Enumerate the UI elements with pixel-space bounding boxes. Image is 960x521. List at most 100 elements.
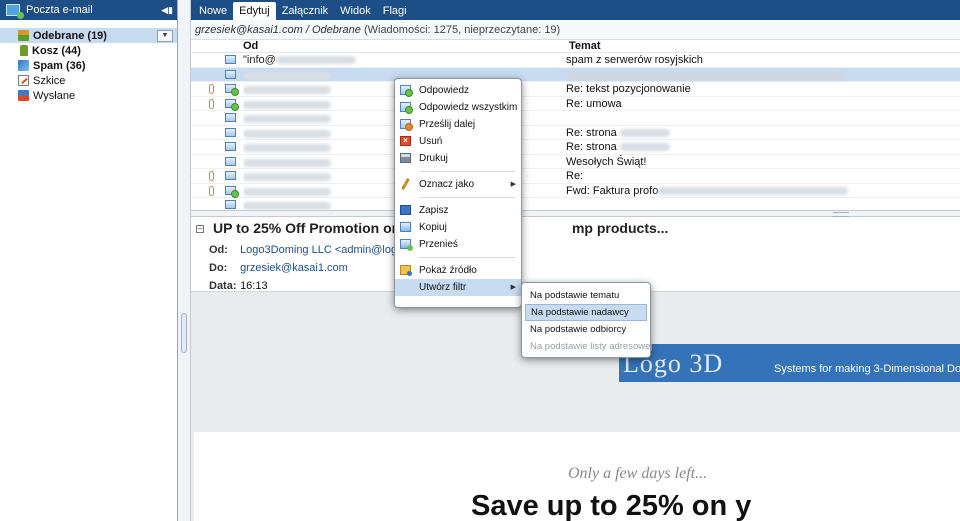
logo-banner: Logo 3D Systems for making 3-Dimensional… xyxy=(619,344,960,382)
folder-sidebar: Poczta e-mail ◀▮ Odebrane (19) ▼ Kosz (4… xyxy=(0,0,178,521)
filter-submenu: Na podstawie tematu Na podstawie nadawcy… xyxy=(521,282,653,358)
message-row[interactable]: Re: xyxy=(191,169,960,184)
reply-all-icon xyxy=(400,102,413,114)
ctx-label: Odpowiedz wszystkim xyxy=(419,102,518,113)
sidebar-title: Poczta e-mail xyxy=(26,4,93,16)
message-row[interactable]: Fwd: Faktura profo xyxy=(191,184,960,198)
ctx-move[interactable]: Przenieś xyxy=(395,236,521,253)
message-from: "info@ xyxy=(243,54,563,66)
message-row[interactable]: Wesołych Świąt! xyxy=(191,155,960,169)
header-from-row: Od: Logo3Doming LLC <admin@logo3d xyxy=(209,244,415,256)
reply-icon xyxy=(400,85,413,97)
ctx-reply-all[interactable]: Odpowiedz wszystkim xyxy=(395,99,521,116)
folder-drafts[interactable]: Szkice xyxy=(0,73,177,88)
submenu-arrow-icon: ▶ xyxy=(510,181,516,188)
folder-spam[interactable]: Spam (36) xyxy=(0,58,177,73)
menu-edit[interactable]: Edytuj xyxy=(233,2,276,20)
collapse-sidebar-icon[interactable]: ◀▮ xyxy=(161,4,173,16)
from-label: Od: xyxy=(209,244,228,256)
horizontal-splitter[interactable] xyxy=(191,210,960,217)
folder-dropdown-button[interactable]: ▼ xyxy=(157,29,173,42)
message-row[interactable]: "info@ spam z serwerów rosyjskich xyxy=(191,53,960,68)
menu-separator xyxy=(419,197,515,198)
column-from-header[interactable]: Od xyxy=(243,40,258,52)
collapse-header-button[interactable]: – xyxy=(196,225,204,233)
ctx-delete[interactable]: × Usuń xyxy=(395,133,521,150)
menu-bar: Nowe Edytuj Załącznik Widok Flagi xyxy=(191,0,960,20)
replied-envelope-icon xyxy=(225,185,239,198)
move-icon xyxy=(400,239,413,251)
message-subject: Re: umowa xyxy=(566,97,622,110)
ctx-label: Usuń xyxy=(419,136,443,147)
envelope-icon xyxy=(225,113,236,122)
ctx-mark-as[interactable]: Oznacz jako ▶ xyxy=(395,176,521,193)
ctx-forward[interactable]: Prześlij dalej xyxy=(395,116,521,133)
ctx-label: Kopiuj xyxy=(419,222,447,233)
filter-by-subject[interactable]: Na podstawie tematu xyxy=(525,287,647,304)
promo-headline: Save up to 25% on y xyxy=(471,490,752,521)
blurred-subject-tail xyxy=(658,186,849,195)
filter-by-recipient[interactable]: Na podstawie odbiorcy xyxy=(525,321,647,338)
from-value[interactable]: Logo3Doming LLC <admin@logo3d xyxy=(240,244,415,256)
ctx-reply[interactable]: Odpowiedz xyxy=(395,82,521,99)
ctx-label: Odpowiedz xyxy=(419,85,470,96)
attachment-icon xyxy=(209,98,214,109)
message-subject: Fwd: Faktura profo xyxy=(566,185,849,197)
blurred-sender xyxy=(243,144,331,152)
ctx-print[interactable]: Drukuj xyxy=(395,150,521,167)
filter-by-sender[interactable]: Na podstawie nadawcy xyxy=(525,304,647,321)
filter-by-mailing-list: Na podstawie listy adresowej xyxy=(530,341,653,352)
menu-attachment[interactable]: Załącznik xyxy=(276,2,334,20)
blurred-sender xyxy=(243,187,331,196)
blurred-sender xyxy=(243,158,331,167)
forward-icon xyxy=(400,119,413,131)
vertical-splitter[interactable] xyxy=(178,0,191,521)
copy-icon xyxy=(400,222,411,232)
subject-tail-text: mp products... xyxy=(571,220,669,236)
folder-label: Spam (36) xyxy=(33,59,86,72)
blurred-sender xyxy=(243,202,331,210)
message-row[interactable]: Re: strona xyxy=(191,126,960,140)
ctx-label: Prześlij dalej xyxy=(419,119,476,130)
ctx-show-source[interactable]: Pokaż źródło xyxy=(395,262,521,279)
message-row[interactable]: Re: umowa xyxy=(191,97,960,111)
menu-separator xyxy=(419,171,515,172)
folder-sent[interactable]: Wysłane xyxy=(0,88,177,103)
ctx-copy[interactable]: Kopiuj xyxy=(395,219,521,236)
menu-view[interactable]: Widok xyxy=(334,2,377,20)
ctx-save[interactable]: Zapisz xyxy=(395,202,521,219)
path-separator: / xyxy=(305,24,309,36)
blurred-subject xyxy=(566,71,846,80)
envelope-icon xyxy=(225,200,236,209)
message-row[interactable]: Re: strona xyxy=(191,140,960,155)
message-counts: (Wiadomości: 1275, nieprzeczytane: 19) xyxy=(363,24,561,36)
folder-label: Odebrane (19) xyxy=(33,29,107,42)
mark-icon xyxy=(401,178,410,190)
menu-new[interactable]: Nowe xyxy=(193,2,233,20)
folder-path-bar: grzesiek@kasai1.com / Odebrane (Wiadomoś… xyxy=(191,20,960,40)
splitter-grip-handle[interactable] xyxy=(181,313,187,353)
to-value[interactable]: grzesiek@kasai1.com xyxy=(240,262,348,274)
envelope-icon xyxy=(225,69,236,79)
menu-separator xyxy=(419,257,515,258)
column-subject-header[interactable]: Temat xyxy=(569,40,601,52)
folder-trash[interactable]: Kosz (44) xyxy=(0,43,177,58)
envelope-icon xyxy=(225,142,236,151)
blurred-sender xyxy=(243,86,331,94)
promo-tagline: Only a few days left... xyxy=(568,465,708,482)
message-row[interactable] xyxy=(191,111,960,126)
save-icon xyxy=(400,205,411,215)
message-row-selected[interactable] xyxy=(191,67,960,82)
envelope-icon xyxy=(225,171,236,180)
folder-inbox[interactable]: Odebrane (19) ▼ xyxy=(0,28,177,43)
ctx-label: Zapisz xyxy=(419,205,449,216)
folder-label: Wysłane xyxy=(33,89,76,102)
message-row[interactable] xyxy=(191,198,960,210)
replied-envelope-icon xyxy=(225,84,239,96)
envelope-icon xyxy=(225,127,236,137)
ctx-create-filter[interactable]: Utwórz filtr ▶ xyxy=(395,279,521,296)
menu-flags[interactable]: Flagi xyxy=(377,2,413,20)
message-row[interactable]: Re: tekst pozycjonowanie xyxy=(191,82,960,97)
ctx-label: Oznacz jako xyxy=(419,179,475,190)
attachment-icon xyxy=(209,171,214,181)
